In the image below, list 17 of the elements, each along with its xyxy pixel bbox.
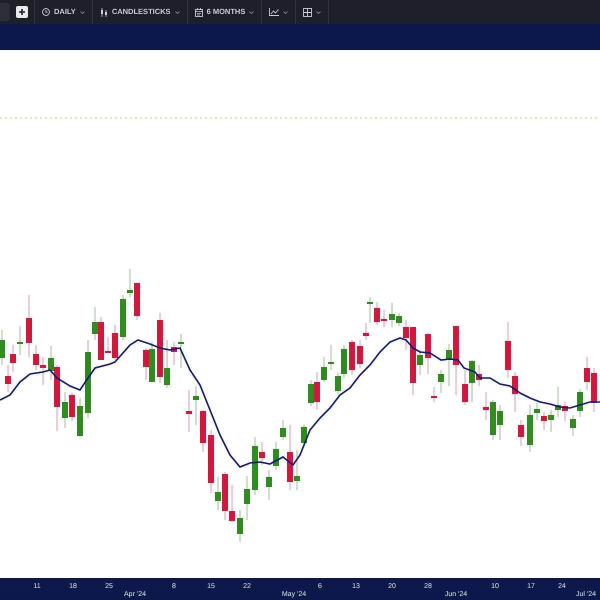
- candlestick: [518, 420, 524, 446]
- caret-icon: [283, 10, 288, 14]
- caret-icon: [316, 10, 322, 14]
- candlestick: [349, 340, 355, 376]
- plus-icon: [18, 8, 26, 16]
- caret-icon: [174, 10, 180, 14]
- candlestick-icon: [100, 8, 108, 16]
- add-button[interactable]: [16, 6, 28, 18]
- grid-icon: [303, 8, 312, 16]
- candlestick: [77, 398, 83, 438]
- caret-icon: [249, 10, 254, 14]
- candlestick: [301, 424, 307, 446]
- line-chart-icon: [269, 8, 280, 16]
- candlestick: [425, 332, 431, 374]
- calendar-icon: [194, 8, 203, 16]
- caret-icon: [80, 10, 85, 14]
- clock-icon: [42, 8, 50, 16]
